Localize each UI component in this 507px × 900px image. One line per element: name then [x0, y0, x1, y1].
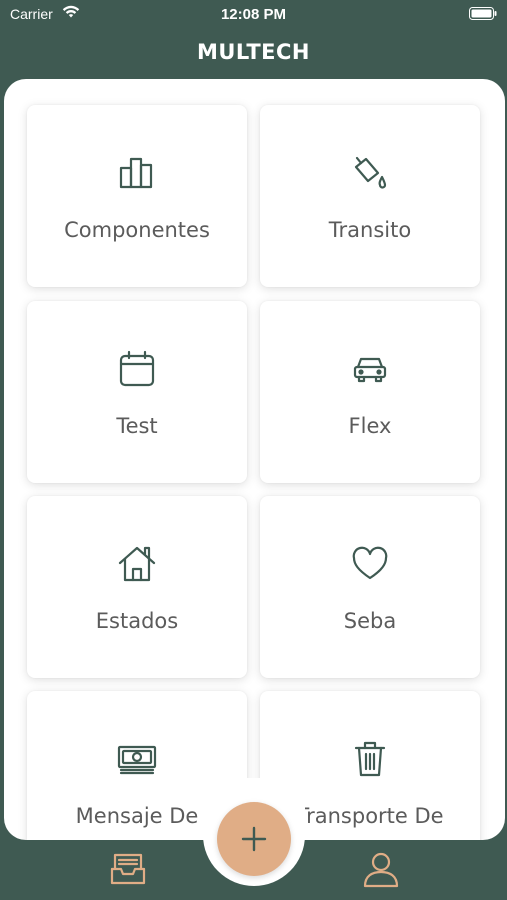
trash-icon: [260, 739, 480, 779]
paint-bucket-icon: [260, 153, 480, 193]
page-title: MULTECH: [196, 40, 310, 64]
bar-chart-icon: [27, 153, 247, 193]
card-test[interactable]: Test: [27, 301, 247, 483]
card-estados[interactable]: Estados: [27, 496, 247, 678]
card-label: Flex: [348, 414, 392, 438]
add-icon: [241, 826, 267, 852]
inbox-icon[interactable]: [109, 851, 147, 887]
battery-icon: [469, 7, 497, 23]
card-label: Test: [116, 414, 158, 438]
card-flex[interactable]: Flex: [260, 301, 480, 483]
add-button[interactable]: [217, 802, 291, 876]
card-label: Transito: [328, 218, 412, 242]
card-seba[interactable]: Seba: [260, 496, 480, 678]
calendar-icon: [27, 349, 247, 389]
card-label: Seba: [343, 609, 397, 633]
status-bar: Carrier 12:08 PM: [0, 0, 507, 28]
content-sheet: Componentes Transito Test Flex Estados S…: [4, 79, 505, 840]
car-icon: [260, 349, 480, 389]
money-icon: [27, 739, 247, 779]
profile-icon[interactable]: [362, 850, 400, 888]
card-label: Componentes: [64, 218, 210, 242]
card-transito[interactable]: Transito: [260, 105, 480, 287]
card-componentes[interactable]: Componentes: [27, 105, 247, 287]
status-time: 12:08 PM: [220, 6, 287, 23]
home-icon: [27, 544, 247, 584]
card-label: Estados: [95, 609, 179, 633]
heart-icon: [260, 544, 480, 584]
